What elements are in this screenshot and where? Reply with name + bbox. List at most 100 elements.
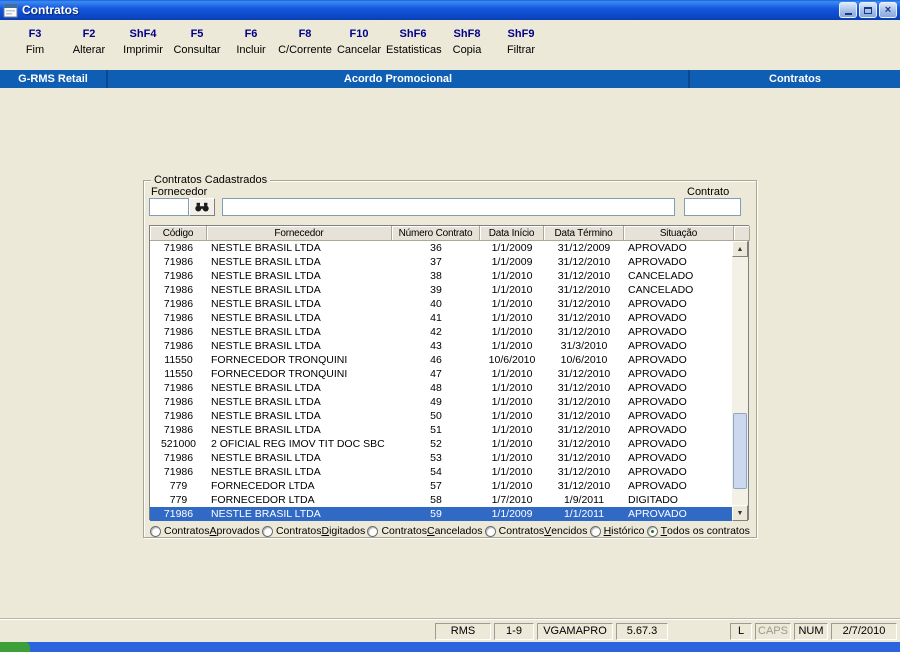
cell-inicio: 1/1/2010 [480,269,544,283]
app-window-icon[interactable] [3,3,18,18]
cell-fornecedor: NESTLE BRASIL LTDA [207,339,392,353]
filter-label-post: ancelados [435,525,483,537]
cell-numero: 42 [392,325,480,339]
toolbar-item-key: ShF9 [494,28,548,40]
toolbar-item[interactable]: ShF4 Imprimir [116,28,170,70]
toolbar-item[interactable]: F10 Cancelar [332,28,386,70]
filter-label-post: igitados [329,525,365,537]
restore-button[interactable] [859,2,877,18]
toolbar-item[interactable]: ShF8 Copia [440,28,494,70]
table-row[interactable]: 71986 NESTLE BRASIL LTDA 36 1/1/2009 31/… [150,241,734,255]
column-header-fornecedor[interactable]: Fornecedor [207,226,392,241]
cell-fornecedor: FORNECEDOR LTDA [207,479,392,493]
cell-situacao: APROVADO [624,409,734,423]
cell-termino: 31/12/2010 [544,255,624,269]
close-button[interactable]: × [879,2,897,18]
filter-radio[interactable]: Todos os contratos [647,525,750,537]
table-row[interactable]: 71986 NESTLE BRASIL LTDA 43 1/1/2010 31/… [150,339,734,353]
filter-radio[interactable]: Contratos Cancelados [367,525,482,537]
table-row[interactable]: 71986 NESTLE BRASIL LTDA 38 1/1/2010 31/… [150,269,734,283]
filter-label-accesskey: H [604,525,612,537]
cell-fornecedor: NESTLE BRASIL LTDA [207,381,392,395]
column-header-data-inicio[interactable]: Data Início [480,226,544,241]
column-header-numero-contrato[interactable]: Número Contrato [392,226,480,241]
column-header-data-termino[interactable]: Data Término [544,226,624,241]
table-row[interactable]: 11550 FORNECEDOR TRONQUINI 46 10/6/2010 … [150,353,734,367]
cell-situacao: APROVADO [624,297,734,311]
cell-situacao: APROVADO [624,353,734,367]
cell-inicio: 1/1/2010 [480,437,544,451]
cell-termino: 31/12/2010 [544,479,624,493]
cell-fornecedor: NESTLE BRASIL LTDA [207,241,392,255]
toolbar-item[interactable]: F8 C/Corrente [278,28,332,70]
cell-fornecedor: FORNECEDOR TRONQUINI [207,353,392,367]
filter-radio[interactable]: Contratos Aprovados [150,525,260,537]
cell-numero: 40 [392,297,480,311]
toolbar-item[interactable]: F6 Incluir [224,28,278,70]
cell-fornecedor: NESTLE BRASIL LTDA [207,423,392,437]
toolbar-item[interactable]: F3 Fim [8,28,62,70]
scroll-down-icon: ▼ [737,510,744,517]
filter-radio[interactable]: Contratos Vencidos [485,525,588,537]
table-row[interactable]: 71986 NESTLE BRASIL LTDA 40 1/1/2010 31/… [150,297,734,311]
cell-termino: 31/3/2010 [544,339,624,353]
cell-fornecedor: NESTLE BRASIL LTDA [207,409,392,423]
scroll-up-button[interactable]: ▲ [732,241,748,257]
table-row[interactable]: 521000 2 OFICIAL REG IMOV TIT DOC SBC 52… [150,437,734,451]
table-row[interactable]: 71986 NESTLE BRASIL LTDA 51 1/1/2010 31/… [150,423,734,437]
table-row[interactable]: 71986 NESTLE BRASIL LTDA 54 1/1/2010 31/… [150,465,734,479]
toolbar-item[interactable]: F5 Consultar [170,28,224,70]
cell-inicio: 1/1/2010 [480,479,544,493]
radio-icon [367,526,378,537]
table-row[interactable]: 779 FORNECEDOR LTDA 57 1/1/2010 31/12/20… [150,479,734,493]
cell-termino: 31/12/2010 [544,269,624,283]
cell-numero: 41 [392,311,480,325]
column-header-codigo[interactable]: Código [150,226,207,241]
cell-inicio: 10/6/2010 [480,353,544,367]
cell-numero: 46 [392,353,480,367]
table-row[interactable]: 71986 NESTLE BRASIL LTDA 50 1/1/2010 31/… [150,409,734,423]
table-row[interactable]: 71986 NESTLE BRASIL LTDA 37 1/1/2009 31/… [150,255,734,269]
table-row[interactable]: 11550 FORNECEDOR TRONQUINI 47 1/1/2010 3… [150,367,734,381]
table-row[interactable]: 71986 NESTLE BRASIL LTDA 53 1/1/2010 31/… [150,451,734,465]
table-row[interactable]: 71986 NESTLE BRASIL LTDA 59 1/1/2009 1/1… [150,507,734,521]
scroll-down-button[interactable]: ▼ [732,505,748,521]
filter-radio[interactable]: Histórico [590,525,645,537]
cell-fornecedor: NESTLE BRASIL LTDA [207,255,392,269]
fornecedor-code-input[interactable] [149,198,189,216]
table-row[interactable]: 779 FORNECEDOR LTDA 58 1/7/2010 1/9/2011… [150,493,734,507]
filter-label-post: provados [217,525,260,537]
binoculars-icon [195,202,209,212]
toolbar-item-key: F2 [62,28,116,40]
window-title: Contratos [22,3,837,17]
fornecedor-name-input[interactable] [222,198,675,216]
table-row[interactable]: 71986 NESTLE BRASIL LTDA 49 1/1/2010 31/… [150,395,734,409]
toolbar-item-label: Filtrar [494,44,548,56]
vertical-scrollbar[interactable]: ▲ ▼ [732,241,748,521]
toolbar-item[interactable]: ShF6 Estatisticas [386,28,440,70]
cell-situacao: APROVADO [624,311,734,325]
status-version: 5.67.3 [616,623,668,640]
toolbar-item[interactable]: F2 Alterar [62,28,116,70]
cell-inicio: 1/1/2009 [480,255,544,269]
toolbar-item-label: Copia [440,44,494,56]
contrato-number-input[interactable] [684,198,741,216]
cell-inicio: 1/1/2010 [480,297,544,311]
filter-radio[interactable]: Contratos Digitados [262,525,365,537]
search-fornecedor-button[interactable] [189,198,215,216]
fornecedor-label: Fornecedor [151,186,207,198]
minimize-button[interactable] [839,2,857,18]
start-button[interactable] [0,642,30,652]
cell-termino: 31/12/2009 [544,241,624,255]
scrollbar-thumb[interactable] [733,413,747,489]
table-row[interactable]: 71986 NESTLE BRASIL LTDA 42 1/1/2010 31/… [150,325,734,339]
toolbar-item[interactable]: ShF9 Filtrar [494,28,548,70]
table-row[interactable]: 71986 NESTLE BRASIL LTDA 48 1/1/2010 31/… [150,381,734,395]
cell-situacao: APROVADO [624,255,734,269]
cell-codigo: 71986 [150,255,207,269]
toolbar-item-key: ShF4 [116,28,170,40]
table-row[interactable]: 71986 NESTLE BRASIL LTDA 41 1/1/2010 31/… [150,311,734,325]
cell-fornecedor: NESTLE BRASIL LTDA [207,395,392,409]
table-row[interactable]: 71986 NESTLE BRASIL LTDA 39 1/1/2010 31/… [150,283,734,297]
column-header-situacao[interactable]: Situação [624,226,734,241]
